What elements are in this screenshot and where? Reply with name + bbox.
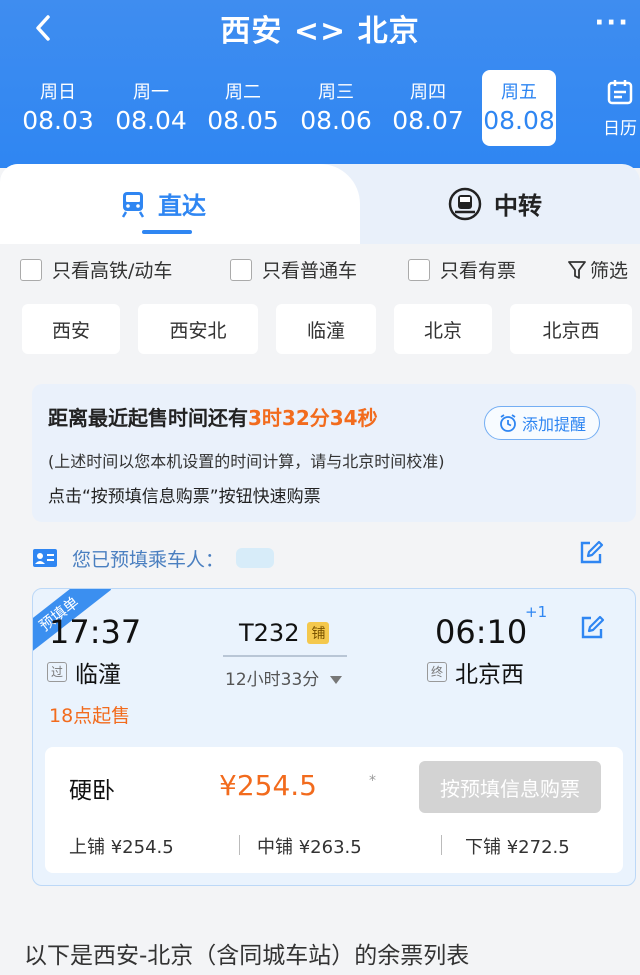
date-weekday: 周三 — [318, 82, 354, 103]
date-item-4[interactable]: 周四 08.07 — [382, 70, 474, 146]
station-chip-2[interactable]: 临潼 — [276, 304, 376, 354]
route-type-tabs: 直达 中转 — [0, 164, 640, 244]
filter-high-speed[interactable]: 只看高铁/动车 — [20, 256, 172, 283]
date-item-2[interactable]: 周二 08.05 — [197, 70, 289, 146]
date-item-1[interactable]: 周一 08.04 — [105, 70, 197, 146]
more-menu-icon[interactable]: ··· — [594, 8, 630, 38]
date-item-0[interactable]: 周日 08.03 — [12, 70, 104, 146]
checkbox[interactable] — [20, 258, 42, 281]
station-chip-1[interactable]: 西安北 — [138, 304, 258, 354]
berth-lower: 下铺 ¥272.5 — [465, 837, 570, 858]
remaining-tickets-heading: 以下是西安-北京（含同城车站）的余票列表 — [24, 943, 470, 969]
filter-high-speed-label: 只看高铁/动车 — [52, 260, 173, 282]
train-number-text: T232 — [239, 619, 300, 647]
sale-time: 18点起售 — [49, 705, 131, 727]
prefilled-passenger-row: 您已预填乘车人： — [32, 542, 632, 574]
calendar-button[interactable]: 日历 — [592, 70, 640, 146]
date-value: 08.05 — [207, 106, 279, 135]
date-item-3[interactable]: 周三 08.06 — [290, 70, 382, 146]
date-value: 08.06 — [300, 106, 372, 135]
calendar-icon — [607, 80, 633, 105]
filter-available[interactable]: 只看有票 — [408, 256, 516, 283]
date-value: 08.03 — [22, 106, 94, 135]
id-card-icon — [33, 549, 57, 567]
duration[interactable]: 12小时33分 — [225, 665, 343, 690]
seat-price: ¥254.5 — [219, 769, 317, 802]
berth-middle: 中铺 ¥263.5 — [257, 837, 362, 858]
screen-label: 筛选 — [590, 260, 629, 282]
date-value: 08.07 — [392, 106, 464, 135]
next-day-marker: +1 — [525, 603, 548, 621]
date-item-5-selected[interactable]: 周五 08.08 — [482, 70, 556, 146]
calendar-label: 日历 — [603, 119, 637, 139]
train-icon — [121, 191, 145, 218]
add-reminder-button[interactable]: 添加提醒 — [484, 406, 600, 440]
seat-type: 硬卧 — [69, 778, 115, 804]
top-header: 西安 <> 北京 ··· 周日 08.03 周一 08.04 周二 08.05 … — [0, 0, 640, 168]
passenger-name-redacted — [236, 548, 275, 568]
arrive-station-name: 北京西 — [455, 662, 524, 688]
divider — [441, 835, 442, 855]
filter-normal-train[interactable]: 只看普通车 — [230, 256, 357, 283]
tab-active-indicator — [142, 230, 192, 234]
depart-station-name: 临潼 — [75, 662, 121, 688]
prefilled-ticket-card: 预填单 17:37 过 临潼 18点起售 T232 铺 12小时33分 06:1… — [32, 588, 636, 886]
depart-station: 过 临潼 — [47, 655, 121, 689]
date-weekday: 周二 — [225, 82, 261, 103]
countdown-time: 3时32分34秒 — [248, 406, 378, 430]
alarm-clock-icon — [500, 414, 516, 432]
add-reminder-label: 添加提醒 — [521, 415, 586, 434]
sale-countdown-card: 距离最近起售时间还有3时32分34秒 添加提醒 (上述时间以您本机设置的时间计算… — [32, 384, 636, 522]
station-chip-0[interactable]: 西安 — [22, 304, 120, 354]
passenger-label: 您已预填乘车人： — [72, 548, 225, 571]
screen-button[interactable]: 筛选 — [568, 256, 628, 283]
date-weekday: 周四 — [410, 82, 446, 103]
tab-direct[interactable]: 直达 — [120, 186, 206, 221]
filter-available-label: 只看有票 — [440, 260, 517, 282]
funnel-icon — [568, 260, 586, 279]
date-selector: 周日 08.03 周一 08.04 周二 08.05 周三 08.06 周四 0… — [12, 70, 572, 146]
filter-bar: 只看高铁/动车 只看普通车 只看有票 筛选 — [20, 256, 640, 284]
date-weekday: 周一 — [133, 82, 169, 103]
countdown-note: (上述时间以您本机设置的时间计算，请与北京时间校准) — [48, 452, 445, 471]
depart-time: 17:37 — [49, 613, 142, 651]
train-number[interactable]: T232 铺 — [239, 619, 330, 647]
checkbox[interactable] — [230, 258, 252, 281]
tab-transfer[interactable]: 中转 — [448, 186, 542, 221]
seat-price-box: 硬卧 ¥254.5 * 按预填信息购票 上铺 ¥254.5 中铺 ¥263.5 … — [45, 747, 623, 873]
arrive-time: 06:10 — [435, 613, 528, 651]
station-chip-3[interactable]: 北京 — [394, 304, 492, 354]
caret-down-icon — [329, 676, 342, 684]
duration-text: 12小时33分 — [225, 670, 320, 690]
tab-transfer-label: 中转 — [494, 192, 542, 220]
date-value: 08.04 — [115, 106, 187, 135]
edit-ticket-icon[interactable] — [579, 615, 605, 641]
countdown-tip: 点击“按预填信息购票”按钮快速购票 — [48, 487, 321, 507]
page-title: 西安 <> 北京 — [220, 14, 420, 49]
filter-normal-label: 只看普通车 — [262, 260, 358, 282]
date-weekday: 周日 — [40, 82, 76, 103]
divider — [239, 835, 240, 855]
date-value: 08.08 — [483, 106, 555, 135]
berth-badge: 铺 — [307, 622, 330, 644]
countdown-prefix: 距离最近起售时间还有 — [48, 406, 248, 430]
station-chip-4[interactable]: 北京西 — [510, 304, 632, 354]
berth-upper: 上铺 ¥254.5 — [69, 837, 174, 858]
price-asterisk: * — [369, 773, 376, 789]
checkbox[interactable] — [408, 258, 430, 281]
pass-through-tag: 过 — [47, 662, 67, 682]
countdown-text: 距离最近起售时间还有3时32分34秒 — [48, 402, 378, 431]
tab-direct-label: 直达 — [158, 192, 206, 220]
terminal-tag: 终 — [427, 662, 447, 682]
arrive-station: 终 北京西 — [427, 655, 524, 689]
route-line — [223, 655, 347, 657]
edit-passenger-icon[interactable] — [578, 540, 604, 566]
date-weekday: 周五 — [501, 82, 537, 103]
transfer-icon — [448, 187, 482, 220]
buy-with-prefill-button[interactable]: 按预填信息购票 — [419, 761, 601, 813]
